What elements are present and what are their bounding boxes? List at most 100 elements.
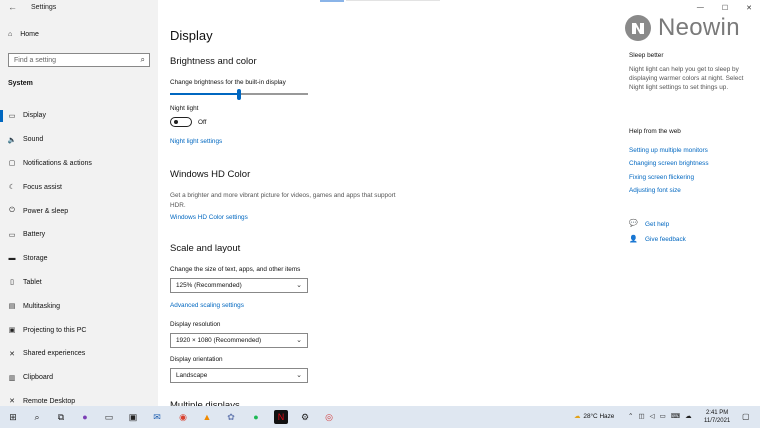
home-label: Home (20, 31, 39, 38)
sidebar-item-clipboard[interactable]: ▥ Clipboard (0, 366, 158, 390)
sidebar-item-label: Clipboard (23, 374, 53, 382)
clock-time: 2:41 PM (705, 410, 729, 416)
search-icon[interactable]: ⌕ (30, 410, 44, 424)
sidebar-item-label: Notifications & actions (23, 159, 92, 167)
help-link[interactable]: Fixing screen flickering (629, 174, 694, 181)
network-icon[interactable]: ◫ (638, 412, 644, 420)
clipboard-icon: ▥ (8, 374, 16, 382)
start-icon[interactable]: ⊞ (6, 410, 20, 424)
sidebar-item-label: Battery (23, 231, 46, 239)
close-button[interactable]: ✕ (746, 4, 752, 12)
home-nav-item[interactable]: ⌂ Home (8, 31, 39, 38)
brightness-label: Change brightness for the built-in displ… (170, 79, 286, 86)
give-feedback-link[interactable]: Give feedback (645, 236, 686, 243)
language-icon[interactable]: ⌨ (671, 412, 680, 420)
neowin-logo-text: Neowin (658, 14, 740, 41)
system-tray: ⌃ ◫ ◁ ▭ ⌨ ☁ (628, 412, 692, 420)
section-label: System (8, 80, 33, 87)
multiple-displays-heading: Multiple displays (170, 400, 240, 406)
night-light-toggle[interactable] (170, 117, 192, 127)
window-controls: — ☐ ✕ (697, 4, 752, 12)
settings-gear-icon[interactable]: ⚙ (298, 410, 312, 424)
app-purple-icon[interactable]: ● (78, 410, 92, 424)
sidebar-item-display[interactable]: ▭ Display (0, 104, 158, 128)
notifications-icon: ▢ (8, 160, 16, 168)
scale-layout-heading: Scale and layout (170, 243, 241, 254)
neowin-logo-icon (625, 15, 651, 41)
maximize-button[interactable]: ☐ (722, 4, 728, 12)
minimize-button[interactable]: — (697, 4, 704, 12)
home-icon: ⌂ (8, 31, 13, 38)
sidebar-item-storage[interactable]: ▬ Storage (0, 247, 158, 271)
resolution-value: 1920 × 1080 (Recommended) (176, 337, 262, 344)
feedback-icon: 👤 (629, 236, 638, 243)
weather-text: 28°C Haze (583, 412, 615, 420)
orientation-dropdown[interactable]: Landscape ⌄ (170, 368, 308, 383)
help-link[interactable]: Adjusting font size (629, 187, 681, 194)
sidebar-item-battery[interactable]: ▭ Battery (0, 223, 158, 247)
store-icon[interactable]: ▣ (126, 410, 140, 424)
sound-icon: 🔈 (7, 136, 17, 144)
chevron-up-icon[interactable]: ⌃ (628, 412, 633, 420)
sidebar-item-sound[interactable]: 🔈 Sound (0, 128, 158, 152)
search-placeholder: Find a setting (14, 56, 57, 64)
app-tray-icon[interactable]: ▭ (102, 410, 116, 424)
sidebar-item-label: Remote Desktop (23, 397, 76, 405)
app-title: Settings (31, 4, 57, 11)
battery-icon: ▭ (8, 231, 16, 239)
weather-widget[interactable]: ☁ 28°C Haze (574, 412, 615, 421)
netflix-icon[interactable]: N (274, 410, 288, 424)
brightness-heading: Brightness and color (170, 56, 257, 67)
sidebar-item-label: Projecting to this PC (23, 326, 87, 334)
shared-experiences-icon: ✕ (9, 350, 15, 358)
brightness-slider-fill (170, 93, 239, 95)
scale-label: Change the size of text, apps, and other… (170, 266, 301, 273)
clock[interactable]: 2:41 PM 11/7/2021 (704, 409, 730, 425)
vlc-icon[interactable]: ▲ (200, 410, 214, 424)
sidebar-item-power-sleep[interactable]: ⏻ Power & sleep (0, 199, 158, 223)
title-bar: ← Settings (0, 0, 158, 16)
help-heading: Help from the web (629, 128, 681, 135)
sidebar-item-tablet[interactable]: ▯ Tablet (0, 271, 158, 295)
projecting-icon: ▣ (8, 327, 16, 335)
sleep-better-heading: Sleep better (629, 52, 664, 59)
storage-icon: ▬ (8, 255, 16, 263)
multitasking-icon: ▤ (8, 303, 16, 311)
spotify-icon[interactable]: ● (249, 410, 263, 424)
help-link[interactable]: Setting up multiple monitors (629, 147, 708, 154)
power-icon: ⏻ (9, 207, 15, 215)
hd-color-settings-link[interactable]: Windows HD Color settings (170, 214, 248, 221)
remote-desktop-icon: ✕ (9, 398, 15, 406)
toggle-knob (173, 119, 178, 125)
night-light-settings-link[interactable]: Night light settings (170, 138, 222, 145)
search-setting-input[interactable]: Find a setting ⌕ (8, 53, 150, 67)
sidebar-item-shared-experiences[interactable]: ✕ Shared experiences (0, 342, 158, 366)
app-misc-icon[interactable]: ✿ (224, 410, 238, 424)
neowin-logo: Neowin (624, 14, 740, 42)
notifications-icon[interactable]: ▢ (742, 412, 750, 421)
sidebar-item-projecting-to-this-pc[interactable]: ▣ Projecting to this PC (0, 318, 158, 342)
sidebar-item-focus-assist[interactable]: ☾ Focus assist (0, 175, 158, 199)
sidebar-item-notifications-actions[interactable]: ▢ Notifications & actions (0, 152, 158, 176)
display-icon: ▭ (8, 112, 16, 120)
sidebar-item-label: Tablet (23, 278, 42, 286)
chrome-icon[interactable]: ◉ (176, 410, 190, 424)
volume-icon[interactable]: ◁ (650, 412, 655, 420)
task-view-icon[interactable]: ⧉ (54, 410, 68, 424)
scale-dropdown[interactable]: 125% (Recommended) ⌄ (170, 278, 308, 293)
night-light-state: Off (198, 119, 207, 126)
advanced-scaling-link[interactable]: Advanced scaling settings (170, 302, 244, 309)
help-link[interactable]: Changing screen brightness (629, 160, 709, 167)
night-light-label: Night light (170, 105, 199, 112)
onedrive-icon[interactable]: ☁ (685, 412, 692, 420)
battery-tray-icon[interactable]: ▭ (660, 412, 666, 420)
back-arrow-icon[interactable]: ← (8, 2, 17, 12)
sidebar-item-label: Focus assist (23, 183, 62, 191)
mail-icon[interactable]: ✉ (150, 410, 164, 424)
sidebar-item-multitasking[interactable]: ▤ Multitasking (0, 294, 158, 318)
resolution-dropdown[interactable]: 1920 × 1080 (Recommended) ⌄ (170, 333, 308, 348)
get-help-link[interactable]: Get help (645, 221, 669, 228)
app-red-icon[interactable]: ◎ (322, 410, 336, 424)
chevron-down-icon: ⌄ (296, 372, 302, 379)
brightness-slider-thumb[interactable] (237, 89, 241, 100)
